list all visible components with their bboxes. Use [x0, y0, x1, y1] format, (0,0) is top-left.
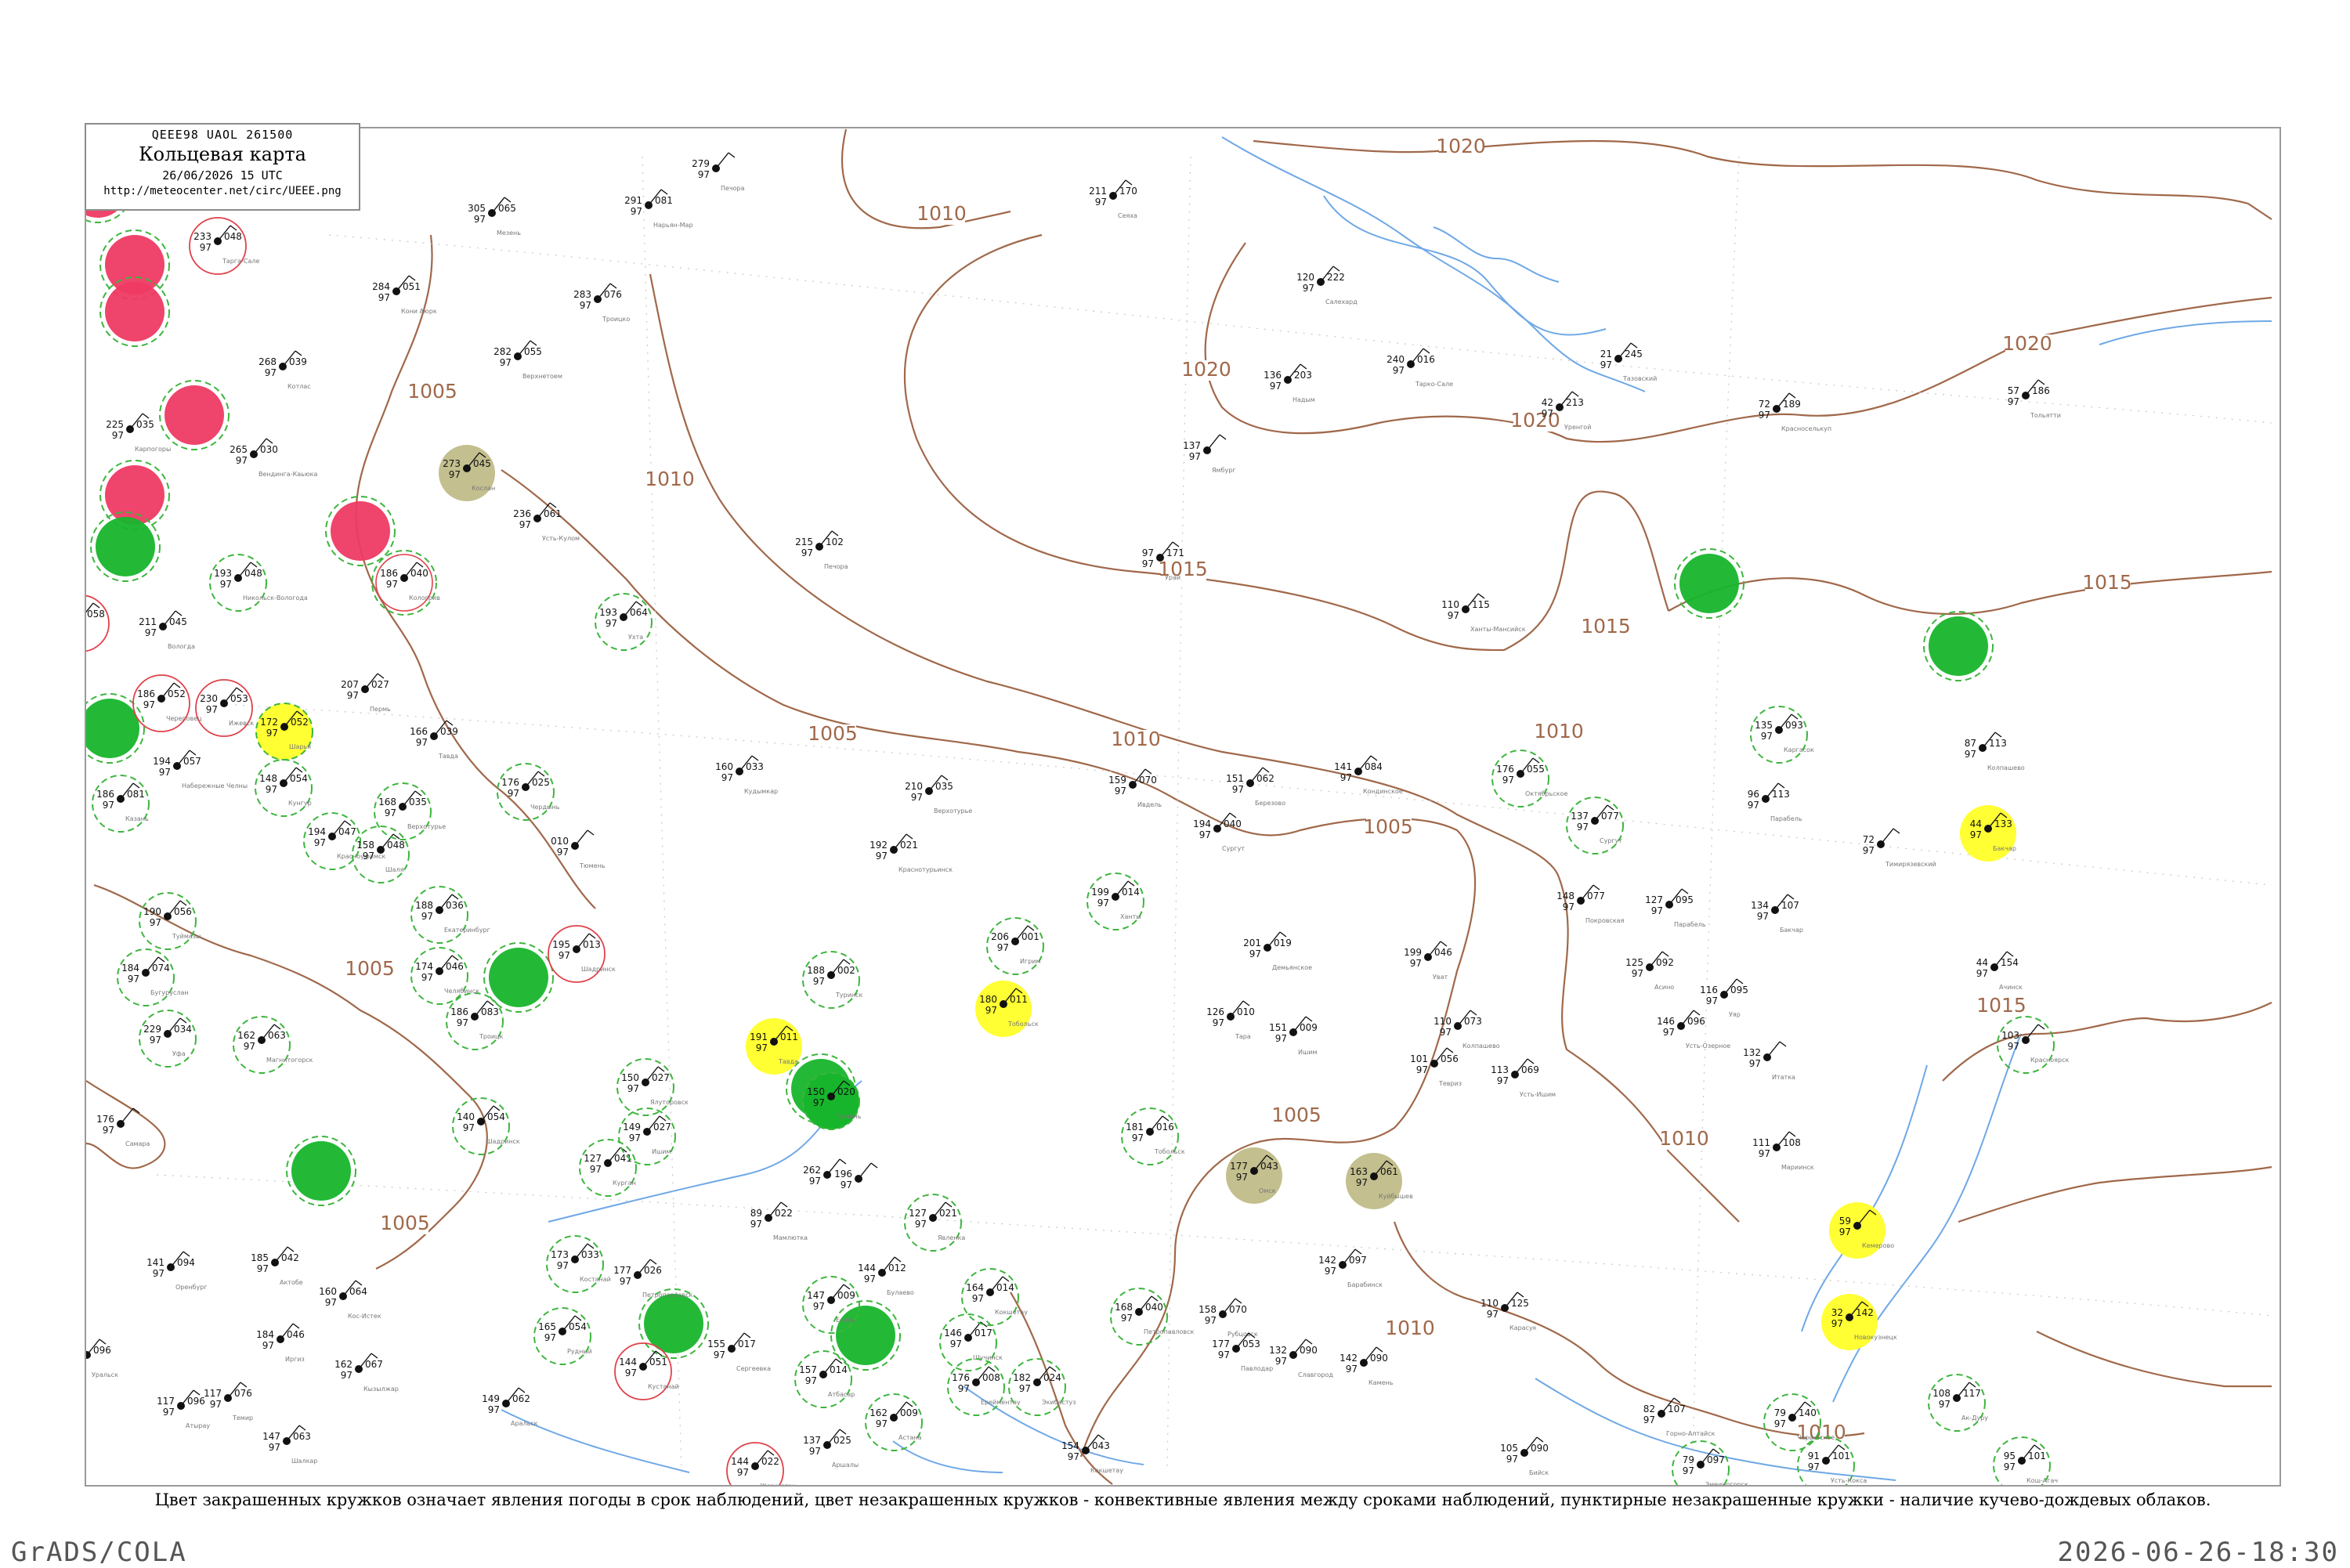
- map-frame: [85, 127, 2281, 1487]
- map-title-box: QEEE98 UAOL 261500 Кольцевая карта 26/06…: [85, 123, 360, 211]
- station-dewpoint-code: 97: [69, 1356, 81, 1367]
- map-datetime: 26/06/2026 15 UTC: [162, 168, 283, 182]
- station-dewpoint-code: 97: [63, 620, 74, 630]
- bulletin-code: QEEE98 UAOL 261500: [151, 128, 294, 142]
- map-url[interactable]: http://meteocenter.net/circ/UEEE.png: [86, 185, 359, 197]
- render-timestamp: 2026-06-26-18:30: [2057, 1537, 2339, 1568]
- map-title: Кольцевая карта: [139, 143, 306, 165]
- station-temperature: 142: [63, 1345, 81, 1356]
- station-temperature: 177: [56, 609, 74, 620]
- software-credit: GrADS/COLA: [11, 1537, 187, 1568]
- legend-caption: Цвет закрашенных кружков означает явлени…: [154, 1490, 2211, 1509]
- station-marker: [77, 615, 85, 623]
